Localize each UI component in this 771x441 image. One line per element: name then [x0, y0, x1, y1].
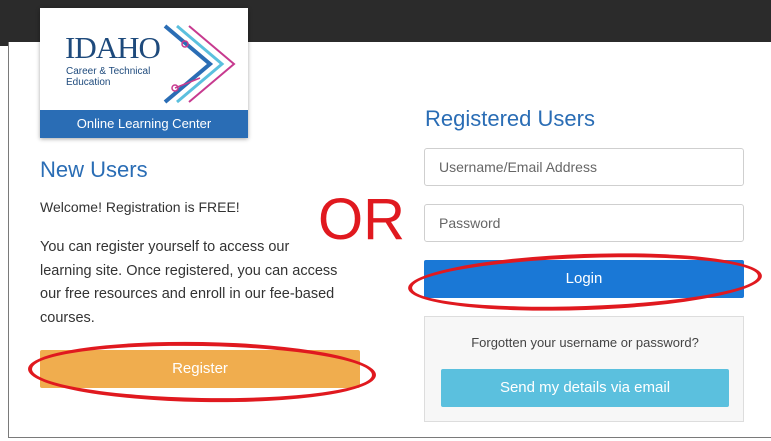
- new-users-heading: New Users: [40, 157, 148, 182]
- logo-card: IDAHO Career & Technical Education Onlin…: [40, 8, 248, 138]
- forgot-password-box: Forgotten your username or password? Sen…: [424, 316, 744, 422]
- forgot-password-text: Forgotten your username or password?: [471, 335, 699, 350]
- password-input[interactable]: Password: [424, 204, 744, 242]
- welcome-text: Welcome! Registration is FREE!: [40, 199, 240, 215]
- chevron-logo-icon: [163, 24, 236, 104]
- username-input[interactable]: Username/Email Address: [424, 148, 744, 186]
- registered-users-heading: Registered Users: [425, 106, 595, 131]
- register-description: You can register yourself to access our …: [40, 239, 338, 326]
- send-details-email-button[interactable]: Send my details via email: [441, 369, 729, 407]
- logo-band: Online Learning Center: [40, 110, 248, 138]
- logo-wordmark: IDAHO: [65, 30, 161, 65]
- or-annotation: OR: [318, 187, 405, 252]
